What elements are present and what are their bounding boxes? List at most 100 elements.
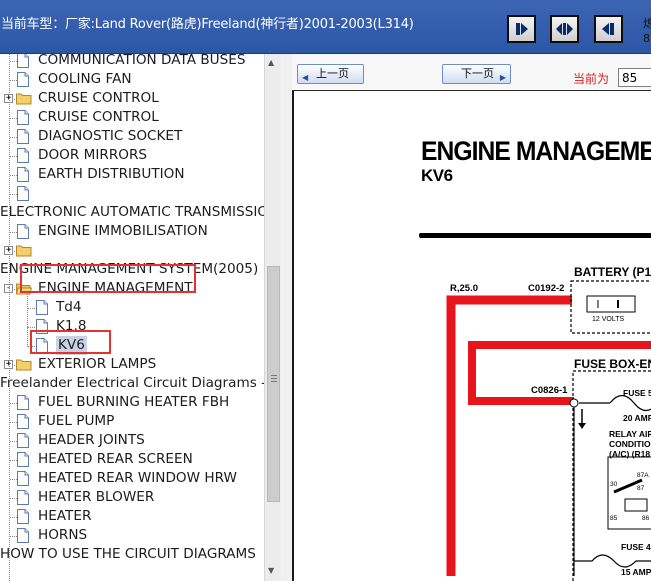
document-icon: [17, 490, 29, 505]
tree-connector: [10, 232, 17, 233]
tree-item-label: HEATER: [38, 508, 92, 524]
prev-page-label: 上一页: [316, 67, 349, 80]
document-icon: [17, 110, 29, 125]
document-icon: [17, 54, 29, 68]
expand-horizontal-icon: [556, 23, 573, 35]
tree-item[interactable]: HORNS: [0, 526, 264, 545]
tree-item[interactable]: Freelander Electrical Circuit Diagrams -…: [0, 374, 264, 393]
tree-connector: [10, 175, 17, 176]
tree-item-label: CRUISE CONTROL: [38, 90, 159, 106]
tree-item[interactable]: COMMUNICATION DATA BUSES: [0, 54, 264, 70]
prev-page-button[interactable]: ◀ 上一页: [297, 64, 364, 84]
title-bar: 当前车型：厂家:Land Rover(路虎)Freeland(神行者)2001-…: [0, 0, 651, 54]
document-icon: [17, 528, 29, 543]
tree-item[interactable]: ELECTRONIC AUTOMATIC TRANSMISSION: [0, 203, 264, 222]
page-number-input[interactable]: [618, 68, 651, 87]
tree-item-label: DIAGNOSTIC SOCKET: [38, 128, 183, 144]
splitter[interactable]: [281, 54, 292, 581]
tree-connector: [10, 479, 17, 480]
tree-item[interactable]: HOW TO USE THE CIRCUIT DIAGRAMS: [0, 545, 264, 564]
document-icon: [17, 471, 29, 486]
grip-icon: [271, 378, 277, 379]
tree-panel: COMMUNICATION DATA BUSES COOLING FAN + CRUI…: [0, 54, 264, 581]
tree-item-label: EXTERIOR LAMPS: [38, 356, 157, 372]
fit-diagram-button[interactable]: [550, 15, 579, 43]
battery-box: [570, 280, 651, 334]
tree-item[interactable]: HEATED REAR WINDOW HRW: [0, 469, 264, 488]
tree-connector: [10, 156, 17, 157]
pin-label: 86: [642, 515, 650, 522]
tree-item-label: FUEL BURNING HEATER FBH: [38, 394, 230, 410]
tree-scrollbar[interactable]: ▲ ▼: [264, 54, 281, 581]
tree-item[interactable]: HEATER: [0, 507, 264, 526]
previous-diagram-button[interactable]: [594, 15, 623, 43]
document-icon: [17, 433, 29, 448]
tree-item[interactable]: COOLING FAN: [0, 70, 264, 89]
tree-item-label: EARTH DISTRIBUTION: [38, 166, 185, 182]
tree-item[interactable]: +: [0, 241, 264, 260]
document-icon: [17, 129, 29, 144]
document-icon: [17, 414, 29, 429]
tree-item-label: HOW TO USE THE CIRCUIT DIAGRAMS: [0, 546, 256, 562]
tree-item[interactable]: DIAGNOSTIC SOCKET: [0, 127, 264, 146]
pin-label: 87A: [637, 472, 649, 479]
tree-item[interactable]: + CRUISE CONTROL: [0, 89, 264, 108]
tree-item[interactable]: FUEL PUMP: [0, 412, 264, 431]
tree-connector: [10, 118, 17, 119]
tree-item[interactable]: EARTH DISTRIBUTION: [0, 165, 264, 184]
folder-icon: [16, 359, 32, 371]
tree-item[interactable]: FUEL BURNING HEATER FBH: [0, 393, 264, 412]
tree-connector: [10, 517, 17, 518]
scroll-down-icon[interactable]: ▼: [268, 566, 274, 575]
tree-item-label: CRUISE CONTROL: [38, 109, 159, 125]
tree-item-label: COMMUNICATION DATA BUSES: [38, 54, 246, 68]
pin-label: 30: [610, 481, 618, 488]
tree-item[interactable]: + EXTERIOR LAMPS: [0, 355, 264, 374]
tree-item-label: Freelander Electrical Circuit Diagrams -…: [0, 375, 264, 391]
tree-connector: [10, 460, 17, 461]
scroll-up-icon[interactable]: ▲: [268, 58, 274, 67]
viewer-toolbar: ◀ 上一页 下一页 ▶ 当前为: [292, 54, 651, 91]
pin-label: 85: [610, 515, 618, 522]
next-page-button[interactable]: 下一页 ▶: [442, 64, 511, 84]
next-page-label: 下一页: [461, 67, 494, 80]
fuse-label: FUSE 5: [623, 388, 651, 398]
next-diagram-button[interactable]: [507, 15, 536, 43]
relay-label: CONDITIO: [609, 439, 651, 449]
connector-label: C0192-2: [528, 283, 565, 294]
fuse-box-label: FUSE BOX-EN: [574, 357, 651, 371]
arrow-left-icon: [602, 23, 614, 35]
tree-item-label: HEATER BLOWER: [38, 489, 155, 505]
document-icon: [17, 72, 29, 87]
grip-icon: [271, 375, 277, 376]
tree-item-label: COOLING FAN: [38, 71, 132, 87]
triangle-right-icon: ▶: [499, 73, 506, 82]
battery-cell: [586, 295, 636, 313]
tree-item[interactable]: Td4: [0, 298, 264, 317]
arrow-right-icon: [516, 23, 528, 35]
volts-label: 12 VOLTS: [592, 316, 625, 323]
tree-connector: [10, 441, 17, 442]
tree-item[interactable]: HEATER BLOWER: [0, 488, 264, 507]
pin-label: 87: [637, 485, 645, 492]
folder-icon: [16, 93, 32, 105]
tree-item[interactable]: CRUISE CONTROL: [0, 108, 264, 127]
title-rule: [419, 233, 651, 238]
folder-icon: [16, 245, 32, 257]
tree-item-label: ENGINE IMMOBILISATION: [38, 223, 208, 239]
document-icon: [17, 167, 29, 182]
tree-connector: [27, 327, 35, 328]
tree-item[interactable]: HEATED REAR SCREEN: [0, 450, 264, 469]
tree-item[interactable]: ENGINE IMMOBILISATION: [0, 222, 264, 241]
tree-item[interactable]: DOOR MIRRORS: [0, 146, 264, 165]
diagram-viewer: ◀ 上一页 下一页 ▶ 当前为 ENGINE MANAGEMENT KV6: [292, 54, 651, 581]
connector-label: C0826-1: [531, 385, 568, 396]
tree-item[interactable]: [0, 184, 264, 203]
tree-guide-line: [9, 54, 10, 581]
scrollbar-thumb[interactable]: [267, 266, 280, 502]
tree-connector: [10, 422, 17, 423]
tree-item-label: HORNS: [38, 527, 88, 543]
tree-connector: [27, 308, 35, 309]
tree-item[interactable]: HEADER JOINTS: [0, 431, 264, 450]
tree-connector: [10, 536, 17, 537]
